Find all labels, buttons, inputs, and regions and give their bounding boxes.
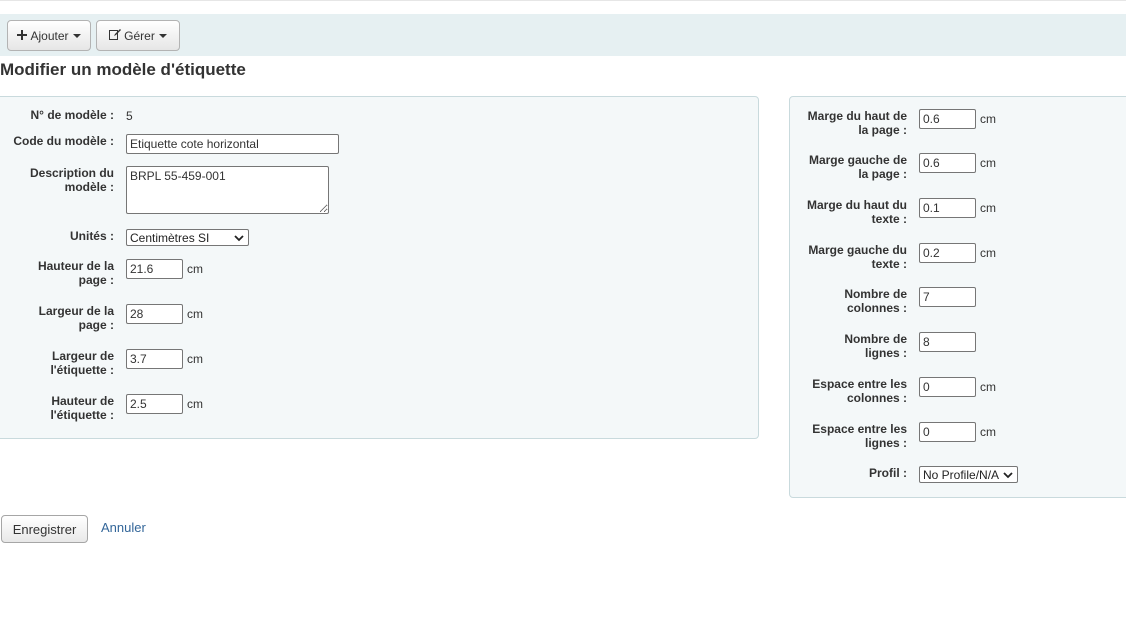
label-width-label-line2: l'étiquette : (50, 363, 114, 377)
left-page-margin-label: Marge gauche de la page : (790, 153, 907, 181)
col-gap-unit: cm (980, 380, 996, 394)
label-width-unit: cm (187, 352, 203, 366)
page-width-label-line1: Largeur de la (38, 304, 114, 318)
label-width-label: Largeur de l'étiquette : (0, 349, 114, 377)
manage-button[interactable]: Gérer (96, 20, 180, 51)
toolbar: Ajouter Gérer (0, 14, 1126, 56)
page-width-label: Largeur de la page : (0, 304, 114, 332)
label-height-label-line1: Hauteur de (51, 394, 114, 408)
template-id-value: 5 (126, 109, 133, 123)
units-label: Unités : (69, 229, 114, 243)
template-id-label: N° de modèle : (30, 108, 114, 122)
left-text-margin-label-line1: Marge gauche du (808, 243, 907, 257)
top-page-margin-label-line1: Marge du haut de (807, 109, 907, 123)
top-page-margin-label: Marge du haut de la page : (790, 109, 907, 137)
chevron-down-icon (1003, 472, 1013, 479)
top-page-margin-label-line2: la page : (858, 123, 907, 137)
columns-input[interactable] (919, 287, 976, 307)
units-select-value: Centimètres SI (130, 230, 210, 245)
page-height-label: Hauteur de la page : (0, 259, 114, 287)
top-text-margin-label-line2: texte : (871, 212, 907, 226)
add-button-label: Ajouter (30, 28, 69, 43)
chevron-down-icon (234, 235, 244, 242)
profile-select[interactable]: No Profile/N/A (919, 466, 1018, 483)
top-text-margin-unit: cm (980, 201, 996, 215)
label-width-label-line1: Largeur de (51, 349, 114, 363)
top-text-margin-label: Marge du haut du texte : (790, 198, 907, 226)
rows-label-line2: lignes : (864, 346, 907, 360)
columns-label-line2: colonnes : (846, 301, 907, 315)
col-gap-input[interactable] (919, 377, 976, 397)
left-page-margin-unit: cm (980, 156, 996, 170)
left-page-margin-input[interactable] (919, 153, 976, 173)
description-label-line2: modèle : (64, 180, 114, 194)
description-label: Description du modèle : (0, 166, 114, 194)
columns-label-line1: Nombre de (844, 287, 907, 301)
row-gap-input[interactable] (919, 422, 976, 442)
rows-label-line1: Nombre de (844, 332, 907, 346)
label-height-unit: cm (187, 397, 203, 411)
add-button[interactable]: Ajouter (7, 20, 91, 51)
row-gap-label: Espace entre les lignes : (790, 422, 907, 450)
row-gap-unit: cm (980, 425, 996, 439)
template-code-input[interactable] (126, 134, 339, 154)
columns-label: Nombre de colonnes : (790, 287, 907, 315)
top-text-margin-input[interactable] (919, 198, 976, 218)
left-page-margin-label-line2: la page : (858, 167, 907, 181)
profile-label: Profil : (869, 466, 907, 480)
label-height-label-line2: l'étiquette : (50, 408, 114, 422)
units-select[interactable]: Centimètres SI (126, 229, 249, 246)
left-text-margin-label: Marge gauche du texte : (790, 243, 907, 271)
description-label-line1: Description du (29, 166, 114, 180)
page-height-label-line1: Hauteur de la (37, 259, 114, 273)
row-gap-label-line1: Espace entre les (812, 422, 907, 436)
label-height-label: Hauteur de l'étiquette : (0, 394, 114, 422)
top-divider (0, 0, 1126, 1)
profile-select-value: No Profile/N/A (923, 467, 1000, 482)
col-gap-label: Espace entre les colonnes : (790, 377, 907, 405)
page-height-input[interactable] (126, 259, 183, 279)
page-height-unit: cm (187, 262, 203, 276)
template-code-label: Code du modèle : (13, 134, 114, 148)
page-width-unit: cm (187, 307, 203, 321)
page-height-label-line2: page : (78, 273, 114, 287)
left-text-margin-unit: cm (980, 246, 996, 260)
cancel-link[interactable]: Annuler (101, 520, 146, 535)
left-text-margin-label-line2: texte : (871, 257, 907, 271)
plus-icon (17, 29, 28, 43)
rows-label: Nombre de lignes : (790, 332, 907, 360)
rows-input[interactable] (919, 332, 976, 352)
page-width-label-line2: page : (78, 318, 114, 332)
col-gap-label-line1: Espace entre les (812, 377, 907, 391)
manage-button-label: Gérer (124, 28, 155, 43)
edit-icon (109, 28, 122, 43)
left-page-margin-label-line1: Marge gauche de (808, 153, 907, 167)
row-gap-label-line2: lignes : (864, 436, 907, 450)
page-width-input[interactable] (126, 304, 183, 324)
label-width-input[interactable] (126, 349, 183, 369)
label-height-input[interactable] (126, 394, 183, 414)
left-text-margin-input[interactable] (919, 243, 976, 263)
top-text-margin-label-line1: Marge du haut du (807, 198, 907, 212)
chevron-down-icon (72, 33, 81, 38)
page-title: Modifier un modèle d'étiquette (0, 60, 246, 79)
col-gap-label-line2: colonnes : (846, 391, 907, 405)
description-textarea[interactable]: BRPL 55-459-001 (126, 166, 329, 214)
save-button[interactable]: Enregistrer (1, 515, 88, 543)
top-page-margin-unit: cm (980, 112, 996, 126)
top-page-margin-input[interactable] (919, 109, 976, 129)
chevron-down-icon (158, 33, 167, 38)
